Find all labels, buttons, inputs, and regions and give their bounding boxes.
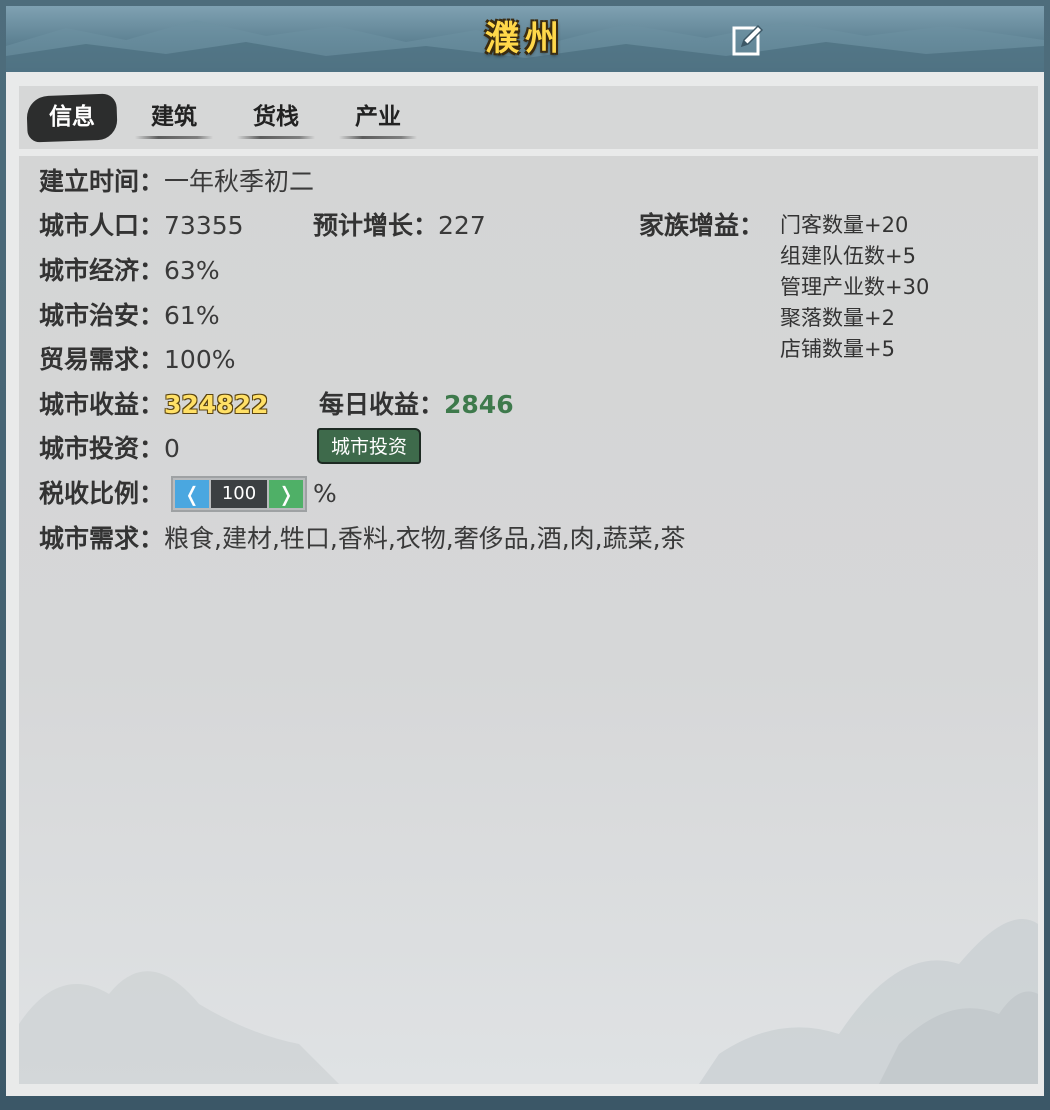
investment-value: 0 — [164, 434, 180, 463]
window-frame: 濮州 信息 建筑 货栈 产业 建立时间：一年秋季初二 城市人口：73355 预计… — [0, 0, 1050, 1110]
info-content: 建立时间：一年秋季初二 城市人口：73355 预计增长：227 家族增益： 门客… — [19, 156, 1038, 1084]
row-economy: 城市经济：63% — [39, 251, 220, 291]
security-value: 61% — [164, 301, 220, 330]
tab-underline — [135, 136, 213, 139]
daily-revenue-label: 每日收益： — [319, 390, 445, 419]
revenue-label: 城市收益： — [39, 390, 165, 419]
list-item: 聚落数量+2 — [780, 306, 895, 330]
chevron-right-icon[interactable]: ❭ — [269, 480, 303, 508]
tab-info[interactable]: 信息 — [23, 86, 121, 149]
row-revenue: 城市收益：324822 — [39, 385, 268, 425]
city-title: 濮州 — [485, 19, 565, 59]
list-item: 店铺数量+5 — [780, 337, 895, 361]
economy-value: 63% — [164, 256, 220, 285]
row-investment: 城市投资：0 — [39, 429, 180, 469]
chevron-left-icon[interactable]: ❬ — [175, 480, 209, 508]
tab-warehouse-label: 货栈 — [253, 104, 299, 130]
row-population: 城市人口：73355 — [39, 206, 244, 246]
row-demands: 城市需求：粮食,建材,牲口,香料,衣物,奢侈品,酒,肉,蔬菜,茶 — [39, 519, 686, 559]
tab-buildings-label: 建筑 — [151, 104, 197, 130]
revenue-value: 324822 — [164, 390, 269, 419]
demands-value: 粮食,建材,牲口,香料,衣物,奢侈品,酒,肉,蔬菜,茶 — [164, 524, 686, 553]
tab-industry-label: 产业 — [355, 104, 401, 130]
population-label: 城市人口： — [39, 211, 165, 240]
tax-rate-unit-text: % — [313, 479, 337, 508]
tax-rate-value: 100 — [211, 480, 267, 508]
tab-industry[interactable]: 产业 — [329, 86, 427, 149]
edit-icon[interactable] — [732, 24, 764, 56]
list-item: 组建队伍数+5 — [780, 244, 916, 268]
row-trade-demand: 贸易需求：100% — [39, 340, 236, 380]
trade-demand-label: 贸易需求： — [39, 345, 165, 374]
row-growth: 预计增长：227 — [313, 206, 486, 246]
tab-bar: 信息 建筑 货栈 产业 — [19, 86, 1038, 149]
tab-underline — [237, 136, 315, 139]
tax-rate-stepper: ❬ 100 ❭ — [171, 476, 307, 512]
founded-value: 一年秋季初二 — [164, 167, 315, 196]
invest-button[interactable]: 城市投资 — [317, 428, 421, 464]
row-founded: 建立时间：一年秋季初二 — [39, 162, 314, 202]
row-daily-revenue: 每日收益：2846 — [319, 385, 514, 425]
population-value: 73355 — [164, 211, 244, 240]
list-item: 管理产业数+30 — [780, 275, 930, 299]
demands-label: 城市需求： — [39, 524, 165, 553]
row-security: 城市治安：61% — [39, 296, 220, 336]
landscape-decoration — [19, 919, 1038, 1084]
growth-value: 227 — [438, 211, 486, 240]
tab-underline — [339, 136, 417, 139]
tab-buildings[interactable]: 建筑 — [125, 86, 223, 149]
family-bonus-list: 门客数量+20 组建队伍数+5 管理产业数+30 聚落数量+2 店铺数量+5 — [780, 210, 929, 365]
daily-revenue-value: 2846 — [444, 390, 514, 419]
growth-label: 预计增长： — [313, 211, 439, 240]
family-bonus-label-text: 家族增益： — [639, 211, 765, 240]
trade-demand-value: 100% — [164, 345, 236, 374]
investment-label: 城市投资： — [39, 434, 165, 463]
family-bonus-label: 家族增益： — [639, 206, 764, 246]
security-label: 城市治安： — [39, 301, 165, 330]
tab-info-label: 信息 — [49, 104, 95, 130]
economy-label: 城市经济： — [39, 256, 165, 285]
row-tax-rate: 税收比例： — [39, 474, 164, 514]
title-bar: 濮州 — [6, 6, 1044, 72]
founded-label: 建立时间： — [39, 167, 165, 196]
tab-warehouse[interactable]: 货栈 — [227, 86, 325, 149]
list-item: 门客数量+20 — [780, 213, 909, 237]
tax-rate-unit: % — [313, 474, 337, 514]
tax-rate-label: 税收比例： — [39, 479, 165, 508]
